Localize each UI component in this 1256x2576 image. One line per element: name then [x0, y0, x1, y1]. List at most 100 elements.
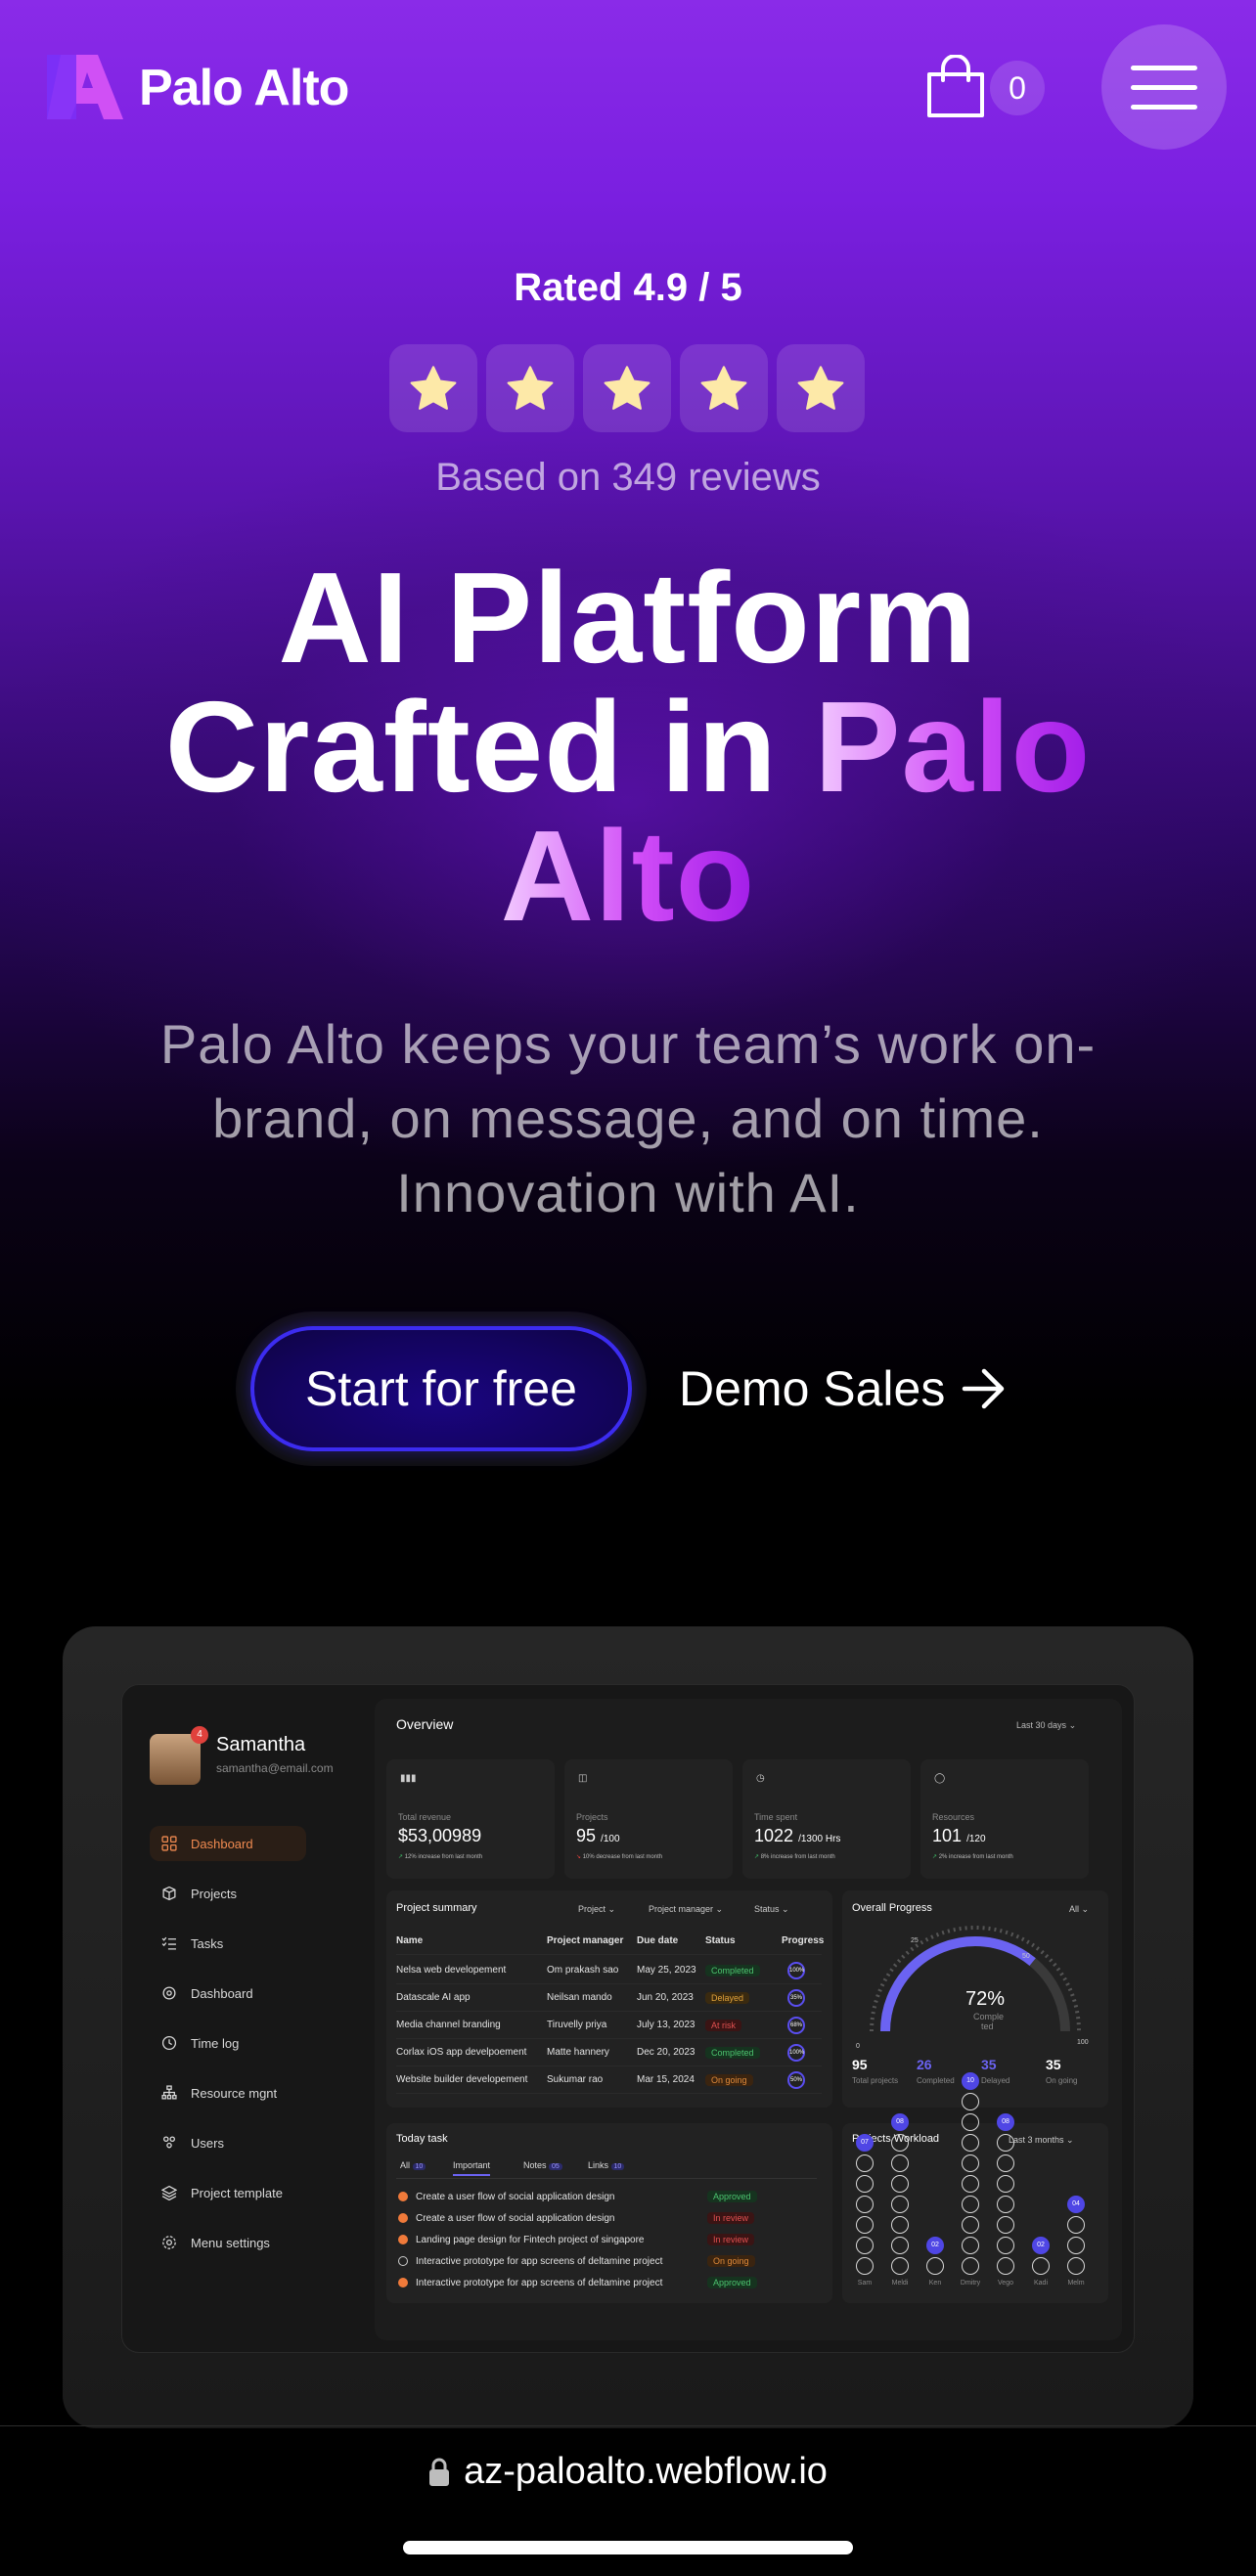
sidebar-item-project-template[interactable]: Project template: [161, 2175, 347, 2210]
sidebar-item-projects[interactable]: Projects: [161, 1876, 347, 1911]
status-badge: Approved: [707, 2277, 757, 2288]
workload-circle: [891, 2237, 909, 2254]
menu-line-icon: [1131, 66, 1197, 70]
workload-person: Ken: [928, 2280, 942, 2287]
workload-circle: [1067, 2237, 1085, 2254]
sidebar-item-dashboard[interactable]: Dashboard: [161, 1976, 347, 2011]
hero-title: AI Platform Crafted in Palo Alto: [59, 554, 1197, 941]
tab-count: 10: [412, 2163, 426, 2170]
stat-value: 101 /120: [932, 1826, 986, 1846]
workload-circle: [891, 2216, 909, 2234]
status-badge: At risk: [705, 2019, 742, 2031]
total-label: Completed: [917, 2076, 955, 2085]
stat-note: ↗ 12% increase from last month: [398, 1853, 482, 1860]
status-badge: In review: [707, 2212, 755, 2224]
stat-icon: ◯: [934, 1773, 946, 1784]
workload-filter[interactable]: Last 3 months ⌄: [1009, 2135, 1074, 2146]
task-check-icon[interactable]: [398, 2235, 408, 2244]
star-icon: [777, 344, 865, 432]
status-filter[interactable]: Status ⌄: [754, 1904, 789, 1915]
project-name: Website builder developement: [396, 2074, 528, 2085]
period-dropdown[interactable]: Last 30 days ⌄: [1016, 1720, 1076, 1731]
trend-arrow-icon: ↘: [576, 1854, 582, 1860]
menu-line-icon: [1131, 105, 1197, 110]
hero-title-highlight: Palo: [814, 675, 1092, 819]
sidebar-item-menu-settings[interactable]: Menu settings: [161, 2225, 347, 2260]
workload-column: 02 Ken: [924, 2237, 946, 2287]
stat-icon: ◷: [756, 1773, 765, 1784]
palo-alto-logo-icon[interactable]: [47, 55, 125, 119]
tab-all[interactable]: All 10: [400, 2160, 426, 2170]
manager-filter[interactable]: Project manager ⌄: [649, 1904, 723, 1915]
demo-sales-link[interactable]: Demo Sales: [679, 1352, 1008, 1426]
task-check-icon[interactable]: [398, 2192, 408, 2201]
box-icon: [162, 1886, 176, 1901]
tab-important[interactable]: Important: [453, 2160, 491, 2176]
stat-value-number: $53,00989: [398, 1826, 482, 1845]
layers-icon: [161, 2185, 177, 2200]
due-date: May 25, 2023: [637, 1965, 696, 1976]
status-badge: Approved: [707, 2191, 757, 2202]
project-filter[interactable]: Project ⌄: [578, 1904, 615, 1915]
workload-column: 02 Kadi: [1030, 2237, 1052, 2287]
sidebar-item-resource-mgnt[interactable]: Resource mgnt: [161, 2075, 347, 2110]
brand-name[interactable]: Palo Alto: [139, 57, 349, 119]
stat-value-suffix: /100: [601, 1834, 620, 1844]
list-item[interactable]: Interactive prototype for app screens of…: [398, 2250, 819, 2272]
stat-label: Total revenue: [398, 1812, 452, 1822]
task-text: Landing page design for Fintech project …: [416, 2234, 645, 2245]
hero-title-line-1: AI Platform: [278, 546, 978, 689]
sidebar-item-dashboard[interactable]: Dashboard: [150, 1826, 306, 1861]
shopping-bag-icon[interactable]: [925, 55, 986, 119]
workload-count: 07: [856, 2134, 874, 2152]
stat-note: ↘ 10% decrease from last month: [576, 1853, 662, 1860]
start-for-free-button[interactable]: Start for free: [250, 1326, 632, 1451]
tab-label: Notes: [523, 2160, 547, 2170]
workload-column: 04 Melm: [1065, 2196, 1087, 2287]
list-item[interactable]: Interactive prototype for app screens of…: [398, 2272, 819, 2293]
today-task-card: Today task All 10 Important Notes 05 Links …: [386, 2123, 832, 2303]
table-row[interactable]: Media channel branding Tiruvelly priya Jul…: [396, 2012, 822, 2039]
task-text: Create a user flow of social application…: [416, 2191, 615, 2202]
tab-count: 05: [549, 2163, 562, 2170]
workload-circle: [962, 2175, 979, 2193]
task-check-icon[interactable]: [398, 2278, 408, 2287]
gauge-tick-label: 50: [1022, 1953, 1030, 1960]
list-item[interactable]: Create a user flow of social application…: [398, 2207, 819, 2229]
task-check-icon[interactable]: [398, 2256, 408, 2266]
list-item[interactable]: Landing page design for Fintech project …: [398, 2229, 819, 2250]
hamburger-menu-button[interactable]: [1101, 24, 1227, 150]
table-row[interactable]: Nelsa web developement Om prakash sao May …: [396, 1957, 822, 1984]
table-row[interactable]: Datascale AI app Neilsan mando Jun 20, 202…: [396, 1984, 822, 2012]
sidebar-item-tasks[interactable]: Tasks: [161, 1926, 347, 1961]
table-row[interactable]: Website builder developement Sukumar rao M…: [396, 2066, 822, 2094]
stat-value: 1022 /1300 Hrs: [754, 1826, 840, 1846]
workload-circle: [856, 2237, 874, 2254]
task-text: Create a user flow of social application…: [416, 2212, 615, 2224]
progress-filter[interactable]: All ⌄: [1069, 1904, 1089, 1915]
list-item[interactable]: Create a user flow of social application…: [398, 2186, 819, 2207]
project-summary-title: Project summary: [396, 1902, 477, 1914]
progress-caption: ted: [981, 2021, 994, 2031]
tab-links[interactable]: Links 10: [588, 2160, 625, 2170]
home-indicator[interactable]: [403, 2541, 853, 2554]
workload-count: 10: [962, 2072, 979, 2090]
workload-circle: [962, 2154, 979, 2172]
browser-url-bar[interactable]: az-paloalto.webflow.io: [0, 2451, 1256, 2493]
workload-circle: [1067, 2257, 1085, 2275]
sidebar-item-time-log[interactable]: Time log: [161, 2025, 347, 2061]
checklist-icon: [161, 1936, 176, 1950]
stat-value-number: 95: [576, 1826, 597, 1845]
stat-note-text: 8% increase from last month: [760, 1854, 835, 1860]
workload-column: 08 Vego: [995, 2113, 1016, 2287]
star-icon: [583, 344, 671, 432]
cart-count-badge[interactable]: 0: [990, 61, 1045, 115]
progress-caption: Comple: [973, 2012, 1005, 2021]
settings-icon: [162, 2236, 176, 2249]
overview-title: Overview: [396, 1716, 454, 1732]
tab-notes[interactable]: Notes 05: [523, 2160, 562, 2170]
table-row[interactable]: Corlax iOS app develpoement Matte hannery…: [396, 2039, 822, 2066]
chevron-down-icon: ⌄: [1068, 1720, 1077, 1730]
task-check-icon[interactable]: [398, 2213, 408, 2223]
sidebar-item-users[interactable]: Users: [161, 2125, 347, 2160]
